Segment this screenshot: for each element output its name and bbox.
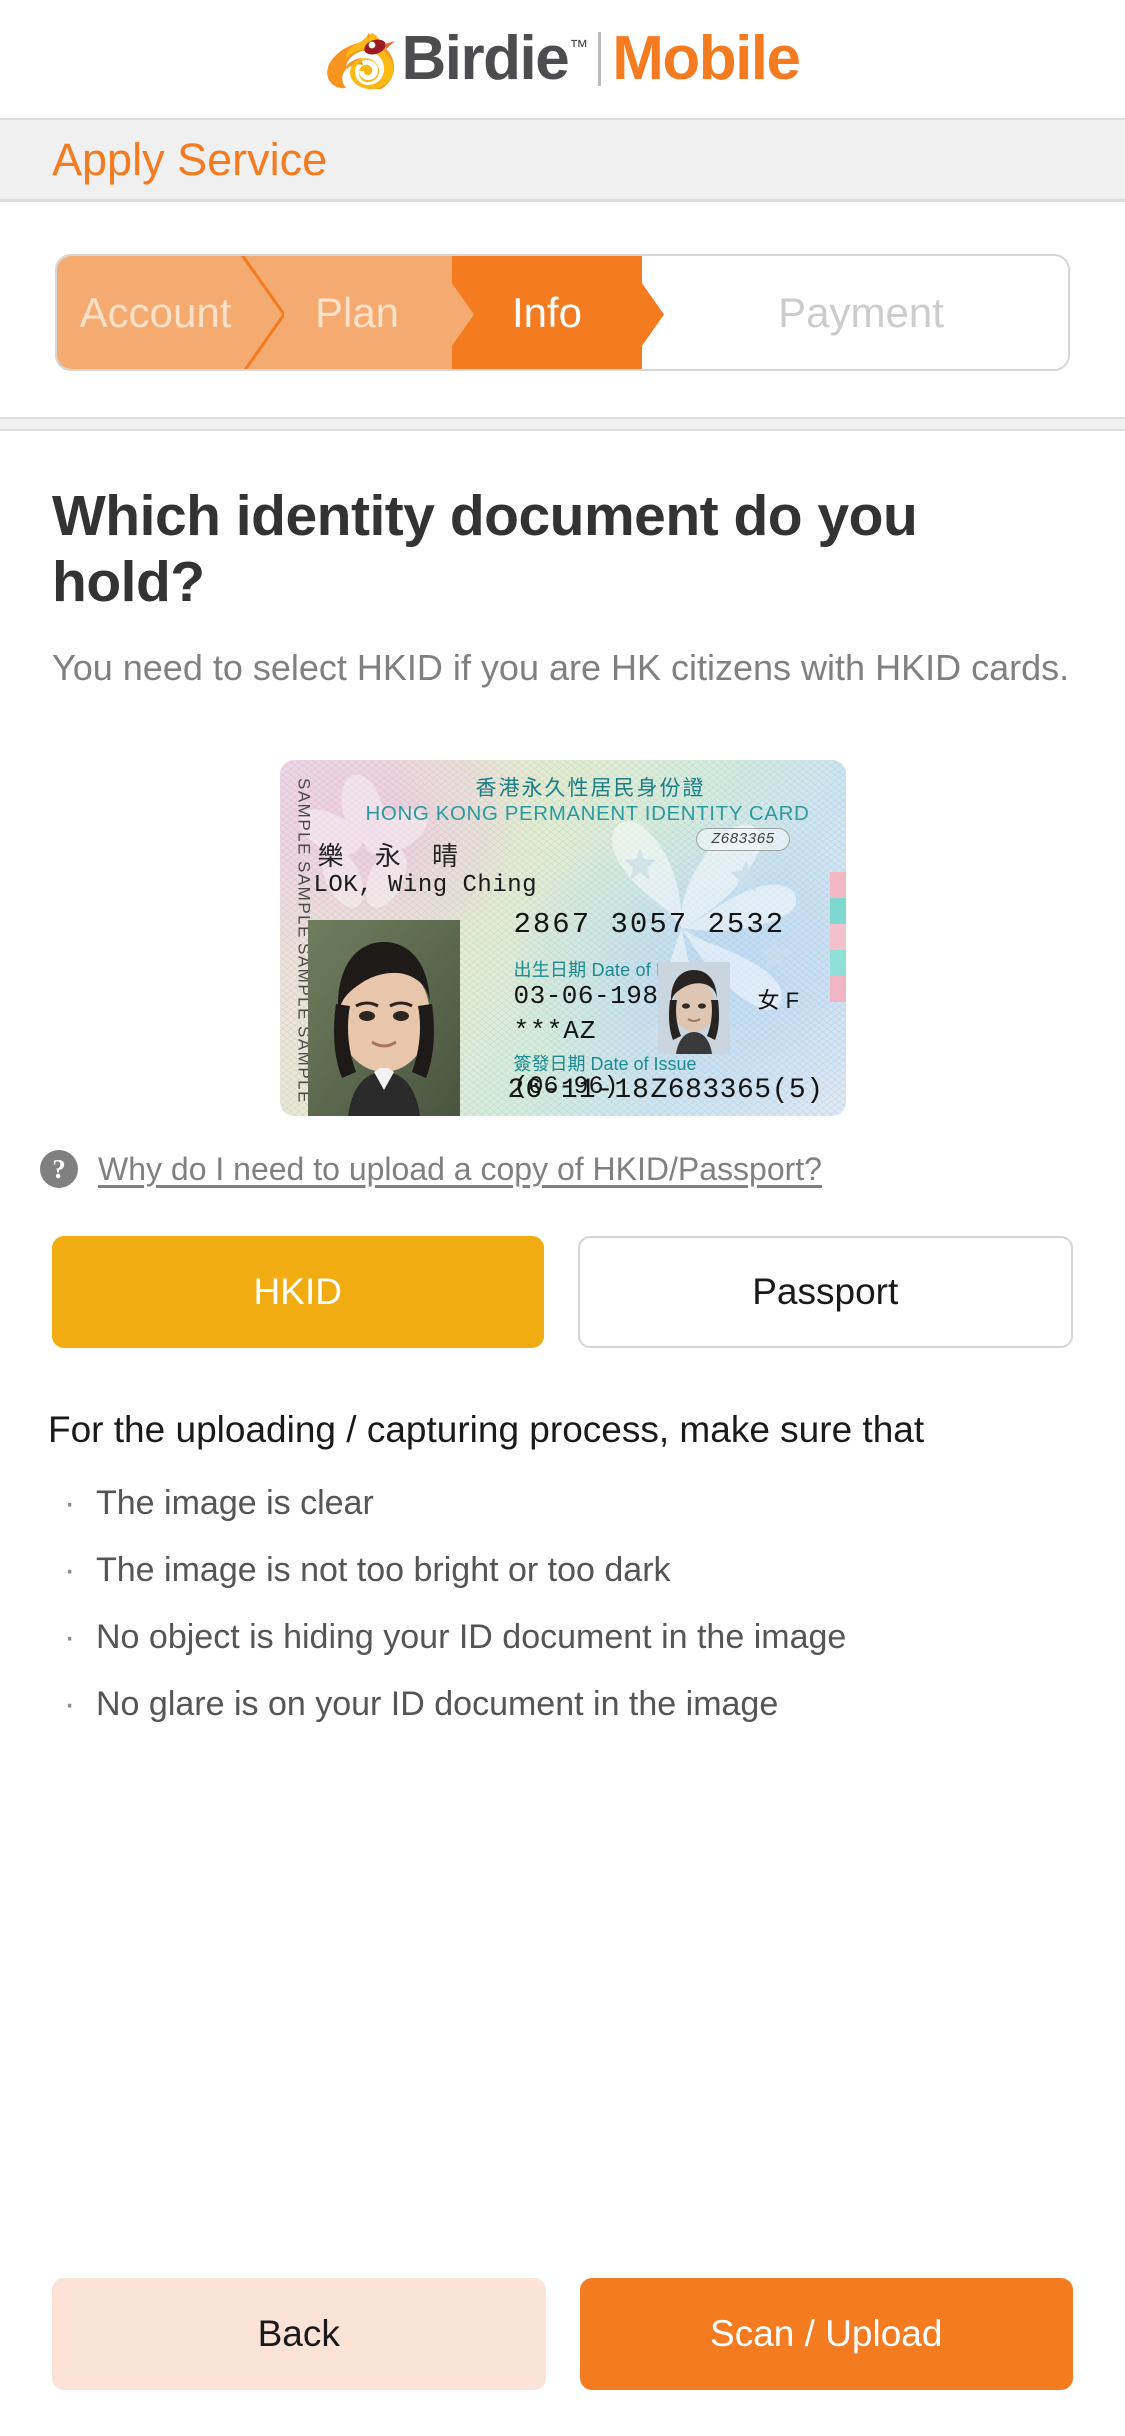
card-serial-number: Z683365 [696, 828, 790, 852]
step-info[interactable]: Info [452, 256, 642, 369]
logo-divider [598, 32, 602, 86]
card-dob-value: 03-06-1985 [513, 981, 675, 1012]
list-bullet-icon: · [64, 1618, 76, 1657]
list-bullet-icon: · [64, 1685, 76, 1724]
page-subtitle: You need to select HKID if you are HK ci… [52, 647, 1070, 689]
step-account-label: Account [79, 288, 232, 336]
brand-product: Mobile [612, 24, 801, 93]
brand-logo: Birdie ™ Mobile [325, 24, 801, 93]
doc-type-passport-button[interactable]: Passport [577, 1236, 1073, 1349]
hkid-sample-card: SAMPLE SAMPLE SAMPLE SAMPLE 香港永久性居民身份證 H… [279, 760, 846, 1117]
card-issue-date-value: 26-11-18 [507, 1075, 650, 1107]
brand-name: Birdie [401, 24, 569, 93]
back-button-label: Back [257, 2313, 340, 2354]
document-type-selector: HKID Passport [0, 1188, 1125, 1349]
list-item: · No object is hiding your ID document i… [48, 1604, 1073, 1671]
step-payment[interactable]: Payment [642, 256, 1068, 369]
page-title: Apply Service [52, 133, 328, 185]
sample-watermark: SAMPLE [294, 778, 314, 857]
trademark-symbol: ™ [569, 37, 589, 58]
card-hologram-stripes [829, 872, 846, 1003]
step-payment-label: Payment [778, 288, 944, 336]
card-name-chinese: 樂 永 晴 [317, 841, 470, 872]
brand-wordmark: Birdie ™ Mobile [401, 24, 801, 93]
brand-header: Birdie ™ Mobile [0, 0, 1125, 118]
question-mark-circle-icon: ? [40, 1150, 78, 1189]
doc-type-passport-label: Passport [752, 1271, 899, 1313]
list-item-label: The image is clear [96, 1484, 374, 1523]
card-title-english: HONG KONG PERMANENT IDENTITY CARD [365, 802, 810, 826]
upload-tips-title: For the uploading / capturing process, m… [48, 1409, 925, 1451]
upload-reason-link[interactable]: Why do I need to upload a copy of HKID/P… [98, 1151, 822, 1188]
step-chevron-icon [240, 256, 284, 369]
upload-tips-section: For the uploading / capturing process, m… [0, 1348, 1125, 1738]
bird-logo-icon [327, 33, 396, 90]
step-plan[interactable]: Plan [262, 256, 452, 369]
scan-upload-button[interactable]: Scan / Upload [579, 2278, 1073, 2390]
help-link-row[interactable]: ? Why do I need to upload a copy of HKID… [0, 1116, 1125, 1189]
progress-stepper: Account Plan Info Payment [55, 254, 1070, 371]
card-sex-value: 女 F [757, 988, 800, 1014]
step-chevron-icon [620, 256, 664, 369]
page-heading: Which identity document do you hold? [52, 484, 918, 615]
card-title-chinese: 香港永久性居民身份證 [475, 777, 706, 801]
doc-type-hkid-button[interactable]: HKID [52, 1236, 544, 1349]
card-id-number-bottom: Z683365(5) [650, 1075, 824, 1107]
list-item-label: No object is hiding your ID document in … [96, 1618, 847, 1657]
main-content: Which identity document do you hold? You… [0, 431, 1125, 1117]
page-title-bar: Apply Service [0, 118, 1125, 202]
step-account[interactable]: Account [57, 256, 262, 369]
upload-tips-list: · The image is clear · The image is not … [48, 1452, 1073, 1738]
card-portrait-photo [307, 920, 460, 1117]
card-name-english: LOK, Wing Ching [313, 872, 538, 900]
step-info-label: Info [511, 288, 583, 336]
list-item-label: No glare is on your ID document in the i… [96, 1685, 779, 1724]
app-screen: Birdie ™ Mobile Apply Service Account Pl… [0, 0, 1125, 2436]
footer-actions: Back Scan / Upload [0, 2278, 1125, 2390]
step-plan-label: Plan [314, 288, 400, 336]
back-button[interactable]: Back [52, 2278, 546, 2390]
list-bullet-icon: · [64, 1551, 76, 1590]
list-item: · The image is not too bright or too dar… [48, 1537, 1073, 1604]
progress-stepper-zone: Account Plan Info Payment [0, 202, 1125, 417]
list-item: · No glare is on your ID document in the… [48, 1671, 1073, 1738]
list-item-label: The image is not too bright or too dark [96, 1551, 671, 1590]
card-ghost-photo [657, 962, 730, 1055]
doc-type-hkid-label: HKID [253, 1271, 342, 1313]
card-id-number: 2867 3057 2532 [513, 908, 786, 942]
section-divider [0, 417, 1125, 431]
hkid-sample-card-zone: SAMPLE SAMPLE SAMPLE SAMPLE 香港永久性居民身份證 H… [52, 692, 1073, 1117]
card-condition-codes: ***AZ [513, 1016, 597, 1047]
step-chevron-icon [430, 256, 474, 369]
list-item: · The image is clear [48, 1470, 1073, 1537]
list-bullet-icon: · [64, 1484, 76, 1523]
scan-upload-button-label: Scan / Upload [710, 2313, 943, 2354]
